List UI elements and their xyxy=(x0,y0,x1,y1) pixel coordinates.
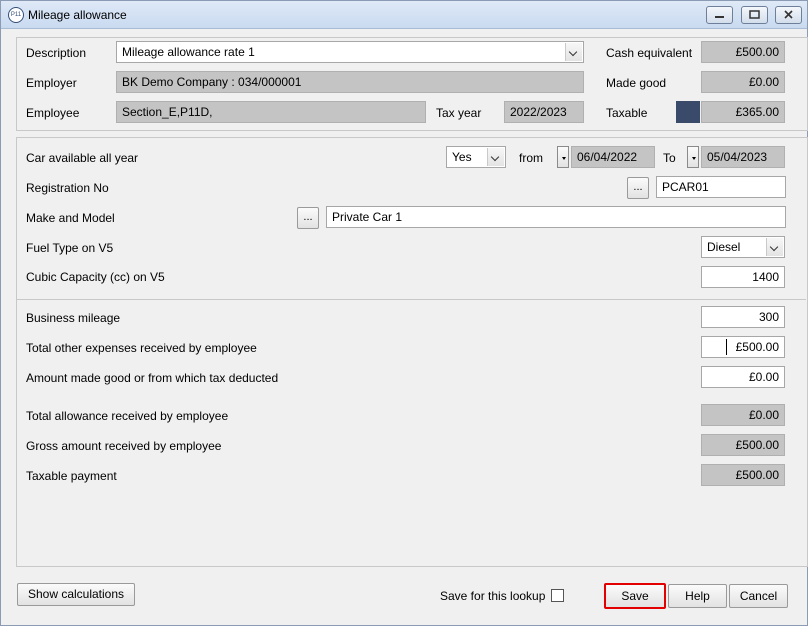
save-button[interactable]: Save xyxy=(604,583,666,609)
taxable-payment-field: £500.00 xyxy=(701,464,785,486)
fuel-type-value: Diesel xyxy=(707,240,741,254)
show-calculations-button[interactable]: Show calculations xyxy=(17,583,135,606)
from-date-field[interactable]: 06/04/2022 xyxy=(571,146,655,168)
gross-amount-label: Gross amount received by employee xyxy=(26,439,222,453)
made-good-label: Made good xyxy=(606,76,667,90)
taxable-payment-label: Taxable payment xyxy=(26,469,117,483)
taxable-field: £365.00 xyxy=(701,101,785,123)
business-mileage-field[interactable]: 300 xyxy=(701,306,785,328)
gross-amount-field: £500.00 xyxy=(701,434,785,456)
from-label: from xyxy=(519,151,543,165)
save-lookup-label: Save for this lookup xyxy=(440,589,546,603)
maximize-icon xyxy=(749,10,760,19)
total-allowance-label: Total allowance received by employee xyxy=(26,409,229,423)
chevron-down-icon[interactable] xyxy=(487,148,504,166)
close-window-button[interactable] xyxy=(775,6,802,24)
cash-equivalent-field: £500.00 xyxy=(701,41,785,63)
cancel-button[interactable]: Cancel xyxy=(729,584,788,608)
make-model-field[interactable]: Private Car 1 xyxy=(326,206,786,228)
save-lookup-checkbox[interactable] xyxy=(551,589,564,602)
help-button[interactable]: Help xyxy=(668,584,727,608)
total-allowance-field: £0.00 xyxy=(701,404,785,426)
employee-label: Employee xyxy=(26,106,80,120)
cash-equivalent-label: Cash equivalent xyxy=(606,46,693,60)
amount-made-good-label: Amount made good or from which tax deduc… xyxy=(26,371,279,385)
employer-label: Employer xyxy=(26,76,77,90)
cubic-capacity-label: Cubic Capacity (cc) on V5 xyxy=(26,270,165,284)
car-available-select[interactable]: Yes xyxy=(446,146,506,168)
made-good-field: £0.00 xyxy=(701,71,785,93)
fuel-type-label: Fuel Type on V5 xyxy=(26,241,114,255)
app-icon: P11 xyxy=(8,7,24,23)
minimize-icon xyxy=(715,16,724,18)
maximize-button[interactable] xyxy=(741,6,768,24)
description-label: Description xyxy=(26,46,87,60)
registration-lookup-button[interactable]: ... xyxy=(627,177,649,199)
taxable-label: Taxable xyxy=(606,106,648,120)
registration-label: Registration No xyxy=(26,181,109,195)
minimize-button[interactable] xyxy=(706,6,733,24)
text-cursor xyxy=(726,339,727,355)
taxable-color-indicator xyxy=(676,101,700,123)
description-select[interactable]: Mileage allowance rate 1 xyxy=(116,41,584,63)
tax-year-field: 2022/2023 xyxy=(504,101,584,123)
registration-field[interactable]: PCAR01 xyxy=(656,176,786,198)
close-icon xyxy=(784,10,793,19)
employer-field: BK Demo Company : 034/000001 xyxy=(116,71,584,93)
amount-made-good-field[interactable]: £0.00 xyxy=(701,366,785,388)
cubic-capacity-field[interactable]: 1400 xyxy=(701,266,785,288)
to-date-field[interactable]: 05/04/2023 xyxy=(701,146,785,168)
chevron-down-icon[interactable] xyxy=(766,238,783,256)
title-bar: P11 Mileage allowance xyxy=(1,1,807,29)
mileage-allowance-window: P11 Mileage allowance Description Mileag… xyxy=(0,0,808,626)
other-expenses-field[interactable]: £500.00 xyxy=(701,336,785,358)
make-model-label: Make and Model xyxy=(26,211,115,225)
window-title: Mileage allowance xyxy=(28,8,127,22)
business-mileage-label: Business mileage xyxy=(26,311,121,325)
other-expenses-label: Total other expenses received by employe… xyxy=(26,341,257,355)
car-available-value: Yes xyxy=(452,150,472,164)
from-date-picker-button[interactable] xyxy=(557,146,569,168)
fuel-type-select[interactable]: Diesel xyxy=(701,236,785,258)
to-label: To xyxy=(663,151,676,165)
chevron-down-icon[interactable] xyxy=(565,43,582,61)
make-model-lookup-button[interactable]: ... xyxy=(297,207,319,229)
car-available-label: Car available all year xyxy=(26,151,139,165)
description-value: Mileage allowance rate 1 xyxy=(122,45,255,59)
tax-year-label: Tax year xyxy=(436,106,482,120)
section-divider xyxy=(17,299,806,300)
to-date-picker-button[interactable] xyxy=(687,146,699,168)
employee-field: Section_E,P11D, xyxy=(116,101,426,123)
